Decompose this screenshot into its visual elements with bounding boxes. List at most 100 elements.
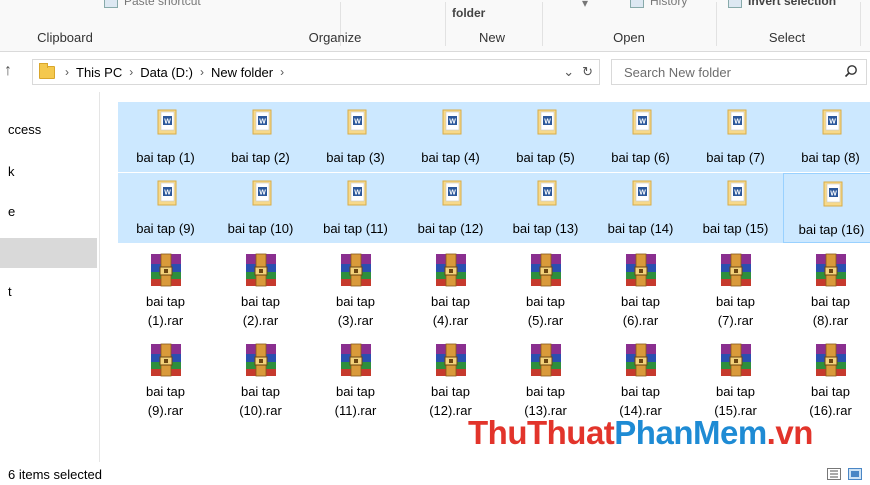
- group-organize: Organize: [308, 30, 362, 45]
- chevron-right-icon[interactable]: ›: [129, 65, 133, 79]
- file-name: bai tap: [145, 294, 186, 309]
- file-name: bai tap (8): [801, 150, 860, 165]
- invert-selection-button[interactable]: Invert selection: [748, 0, 836, 8]
- winrar-archive-icon: [626, 253, 656, 287]
- file-item-document[interactable]: Wbai tap (1): [118, 102, 213, 172]
- file-item-document[interactable]: Wbai tap (10): [213, 173, 308, 243]
- word-document-icon: W: [157, 180, 177, 206]
- folder-icon: [39, 62, 55, 79]
- address-row: ↑ › This PC › Data (D:) › New folder › ⌄…: [0, 52, 870, 92]
- refresh-icon[interactable]: ↻: [582, 64, 593, 80]
- file-name: bai tap: [335, 294, 376, 309]
- winrar-archive-icon: [721, 343, 751, 377]
- file-item-archive[interactable]: bai tap (5).rar: [498, 248, 593, 332]
- file-name: bai tap: [240, 384, 281, 399]
- nav-selected-item[interactable]: [0, 238, 97, 268]
- file-name: (7).rar: [717, 313, 754, 328]
- svg-text:W: W: [544, 119, 551, 126]
- file-name: bai tap (6): [611, 150, 670, 165]
- paste-shortcut-button[interactable]: Paste shortcut: [124, 0, 201, 8]
- breadcrumb-new-folder[interactable]: New folder: [211, 65, 273, 80]
- file-item-document[interactable]: Wbai tap (7): [688, 102, 783, 172]
- word-document-icon: W: [727, 109, 747, 135]
- file-item-document[interactable]: Wbai tap (9): [118, 173, 213, 243]
- file-item-document[interactable]: Wbai tap (8): [783, 102, 870, 172]
- file-item-document[interactable]: Wbai tap (2): [213, 102, 308, 172]
- new-folder-button[interactable]: folder: [452, 6, 485, 20]
- file-name: bai tap (2): [231, 150, 290, 165]
- search-icon[interactable]: [844, 64, 858, 78]
- ribbon-divider: [860, 2, 861, 46]
- word-document-icon: W: [442, 109, 462, 135]
- file-name: bai tap (1): [136, 150, 195, 165]
- svg-text:W: W: [354, 119, 361, 126]
- svg-text:W: W: [734, 190, 741, 197]
- word-document-icon: W: [157, 109, 177, 135]
- svg-text:W: W: [734, 119, 741, 126]
- nav-item-quick-access[interactable]: ccess: [8, 122, 41, 137]
- details-view-icon[interactable]: [827, 468, 841, 480]
- file-item-archive[interactable]: bai tap (13).rar: [498, 338, 593, 422]
- file-item-archive[interactable]: bai tap (15).rar: [688, 338, 783, 422]
- up-arrow-icon[interactable]: ↑: [4, 62, 20, 80]
- ribbon-divider: [542, 2, 543, 46]
- svg-text:W: W: [830, 191, 837, 198]
- file-name: (4).rar: [432, 313, 469, 328]
- chevron-right-icon[interactable]: ›: [65, 65, 69, 79]
- winrar-archive-icon: [531, 253, 561, 287]
- status-selection-count: 6 items selected: [8, 467, 102, 482]
- file-name: bai tap (12): [417, 221, 484, 236]
- file-item-archive[interactable]: bai tap (1).rar: [118, 248, 213, 332]
- watermark: ThuThuatPhanMem.vn: [468, 414, 813, 451]
- svg-text:W: W: [259, 119, 266, 126]
- ribbon-divider: [445, 2, 446, 46]
- word-document-icon: W: [632, 109, 652, 135]
- file-name: bai tap: [715, 294, 756, 309]
- address-bar[interactable]: › This PC › Data (D:) › New folder › ⌄ ↻: [32, 59, 600, 85]
- nav-item-network[interactable]: t: [8, 284, 12, 299]
- svg-text:W: W: [449, 190, 456, 197]
- svg-text:W: W: [354, 190, 361, 197]
- file-item-archive[interactable]: bai tap (7).rar: [688, 248, 783, 332]
- large-icons-view-icon[interactable]: [848, 468, 862, 480]
- word-document-icon: W: [442, 180, 462, 206]
- file-item-archive[interactable]: bai tap (16).rar: [783, 338, 870, 422]
- file-item-archive[interactable]: bai tap (8).rar: [783, 248, 870, 332]
- file-item-archive[interactable]: bai tap (10).rar: [213, 338, 308, 422]
- file-item-archive[interactable]: bai tap (12).rar: [403, 338, 498, 422]
- file-item-archive[interactable]: bai tap (3).rar: [308, 248, 403, 332]
- word-document-icon: W: [537, 180, 557, 206]
- file-item-archive[interactable]: bai tap (2).rar: [213, 248, 308, 332]
- file-item-document[interactable]: Wbai tap (11): [308, 173, 403, 243]
- nav-item-onedrive[interactable]: k: [8, 164, 15, 179]
- file-item-document[interactable]: Wbai tap (6): [593, 102, 688, 172]
- search-box[interactable]: Search New folder: [611, 59, 867, 85]
- file-item-document[interactable]: Wbai tap (13): [498, 173, 593, 243]
- history-button[interactable]: History: [650, 0, 687, 8]
- file-item-archive[interactable]: bai tap (4).rar: [403, 248, 498, 332]
- file-item-archive[interactable]: bai tap (14).rar: [593, 338, 688, 422]
- nav-item-this-pc[interactable]: e: [8, 204, 15, 219]
- file-item-document[interactable]: Wbai tap (14): [593, 173, 688, 243]
- file-name: (3).rar: [337, 313, 374, 328]
- history-icon: [630, 0, 644, 8]
- chevron-right-icon[interactable]: ›: [280, 65, 284, 79]
- file-item-document[interactable]: Wbai tap (16): [783, 173, 870, 243]
- file-item-archive[interactable]: bai tap (11).rar: [308, 338, 403, 422]
- file-item-archive[interactable]: bai tap (9).rar: [118, 338, 213, 422]
- file-name: bai tap (15): [702, 221, 769, 236]
- word-document-icon: W: [252, 109, 272, 135]
- ribbon: Paste shortcut folder ▾ History Invert s…: [0, 0, 870, 52]
- file-item-document[interactable]: Wbai tap (12): [403, 173, 498, 243]
- file-item-archive[interactable]: bai tap (6).rar: [593, 248, 688, 332]
- dropdown-arrow-icon[interactable]: ▾: [582, 0, 588, 10]
- file-name: bai tap: [145, 384, 186, 399]
- breadcrumb-this-pc[interactable]: This PC: [76, 65, 122, 80]
- file-item-document[interactable]: Wbai tap (3): [308, 102, 403, 172]
- history-dropdown-icon[interactable]: ⌄: [563, 64, 574, 80]
- file-item-document[interactable]: Wbai tap (5): [498, 102, 593, 172]
- file-item-document[interactable]: Wbai tap (15): [688, 173, 783, 243]
- chevron-right-icon[interactable]: ›: [200, 65, 204, 79]
- breadcrumb-data-drive[interactable]: Data (D:): [140, 65, 193, 80]
- file-item-document[interactable]: Wbai tap (4): [403, 102, 498, 172]
